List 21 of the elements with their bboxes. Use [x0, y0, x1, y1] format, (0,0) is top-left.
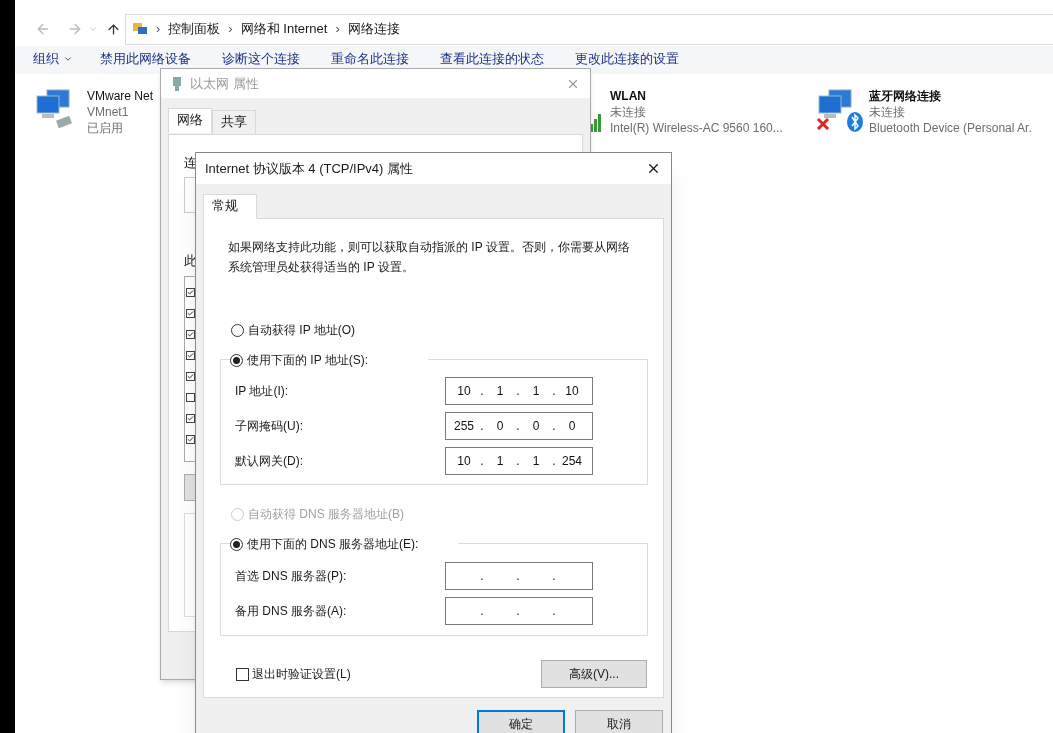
breadcrumb-separator: › [228, 20, 233, 39]
field-label: IP 地址(I): [235, 383, 290, 400]
window-title: Internet 协议版本 4 (TCP/IPv4) 属性 [205, 159, 414, 178]
connection-detail: Intel(R) Wireless-AC 9560 160... [610, 120, 783, 136]
connection-detail: VMnet1 [87, 104, 130, 120]
connection-detail: 已启用 [87, 120, 124, 136]
field-label: 首选 DNS 服务器(P): [235, 568, 348, 585]
breadcrumb-separator: › [335, 20, 340, 39]
connection-name: VMware Net [87, 88, 154, 104]
description-text: 如果网络支持此功能，则可以获取自动指派的 IP 设置。否则，你需要从网络系统管理员处获得适当的 IP 设置。 [227, 239, 631, 276]
field-label: 子网掩码(U): [235, 418, 304, 435]
breadcrumb-separator: › [156, 20, 161, 39]
field-label: 默认网关(D): [235, 453, 304, 470]
field-label: 备用 DNS 服务器(A): [235, 603, 348, 620]
connection-name: 蓝牙网络连接 [869, 88, 942, 104]
connection-detail: 未连接 [610, 104, 647, 120]
field-label: 连 [184, 155, 197, 170]
connection-detail: Bluetooth Device (Personal Ar. [869, 120, 1032, 136]
window-title: 以太网 属性 [190, 74, 259, 93]
connection-detail: 未连接 [869, 104, 906, 120]
connection-name: WLAN [610, 88, 647, 104]
